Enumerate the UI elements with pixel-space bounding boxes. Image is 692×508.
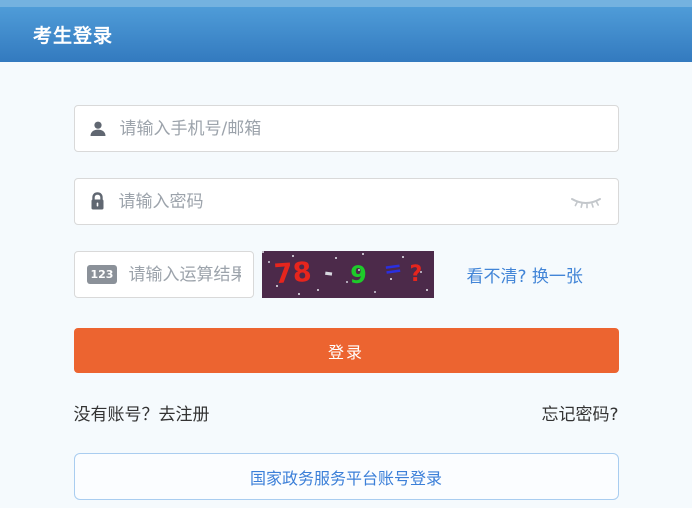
header-top-strip: [0, 0, 692, 7]
login-button[interactable]: 登录: [74, 328, 619, 373]
password-field-wrapper: [74, 178, 619, 225]
gov-platform-login-button[interactable]: 国家政务服务平台账号登录: [74, 453, 619, 500]
captcha-operand2: 9: [349, 263, 367, 288]
password-input[interactable]: [117, 191, 562, 213]
lock-icon: [89, 192, 106, 211]
user-icon: [89, 120, 107, 138]
captcha-refresh-link[interactable]: 看不清? 换一张: [467, 262, 583, 287]
page-title: 考生登录: [33, 21, 113, 48]
captcha-input[interactable]: [126, 264, 242, 286]
header: 考生登录: [0, 0, 692, 62]
username-field-wrapper: [74, 105, 619, 152]
captcha-field-wrapper: 123: [74, 251, 254, 298]
links-row: 没有账号？去注册 忘记密码?: [74, 400, 619, 425]
captcha-operand1: 78: [273, 259, 312, 289]
username-input[interactable]: [118, 118, 604, 140]
eye-closed-icon[interactable]: [570, 195, 602, 209]
login-form: 123 78 - 9 = ? 看不清? 换一张 登录 没有账号？去注册 忘记密码…: [74, 62, 619, 500]
captcha-noise-dots: [262, 251, 264, 253]
numbers-123-icon: 123: [87, 265, 118, 284]
captcha-image[interactable]: 78 - 9 = ?: [262, 251, 434, 298]
captcha-operator: -: [322, 262, 334, 285]
captcha-equals: =: [382, 258, 403, 282]
header-bar: 考生登录: [0, 7, 692, 62]
forgot-password-link[interactable]: 忘记密码?: [541, 400, 618, 425]
captcha-row: 123 78 - 9 = ? 看不清? 换一张: [74, 251, 619, 298]
captcha-question: ?: [410, 264, 423, 286]
register-link[interactable]: 没有账号？去注册: [74, 400, 210, 425]
